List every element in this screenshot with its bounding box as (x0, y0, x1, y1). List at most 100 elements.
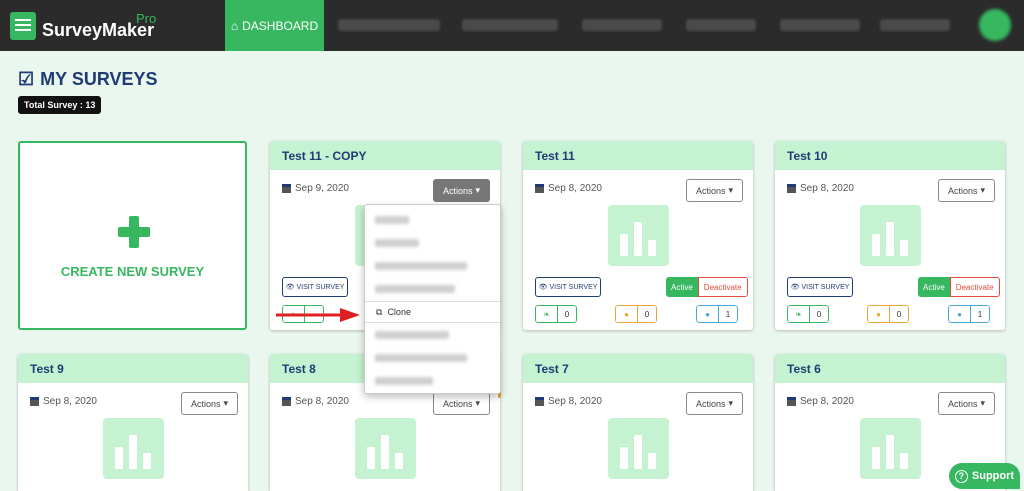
deactivate-button[interactable]: Deactivate (697, 277, 748, 297)
calendar-icon (282, 397, 291, 406)
actions-dropdown-button[interactable]: Actions ▾ (181, 392, 238, 415)
top-navbar: SurveyMaker Pro ⌂ DASHBOARD (0, 0, 1024, 51)
survey-date: Sep 8, 2020 (787, 396, 854, 407)
visit-survey-button[interactable]: 👁 VISIT SURVEY (535, 277, 601, 297)
survey-card-title[interactable]: Test 11 - COPY (270, 141, 500, 170)
actions-label: Actions (190, 398, 221, 409)
status-toggle[interactable]: Active Deactivate (666, 277, 748, 297)
user-icon: ● (867, 305, 889, 323)
caret-down-icon: ▾ (728, 398, 734, 408)
eye-icon: 👁 (285, 284, 295, 291)
menu-item-blurred[interactable] (375, 216, 409, 224)
red-arrow-annotation (276, 308, 360, 322)
nav-item-blurred[interactable] (462, 19, 558, 31)
actions-dropdown-button[interactable]: Actions ▾ (686, 179, 743, 202)
responses-stat[interactable]: ❧ 0 (787, 305, 829, 323)
survey-date-text: Sep 8, 2020 (295, 396, 349, 407)
survey-date-text: Sep 8, 2020 (548, 183, 602, 194)
caret-down-icon: ▾ (728, 185, 734, 195)
menu-item-blurred[interactable] (375, 354, 467, 362)
nav-item-blurred[interactable] (582, 19, 662, 31)
caret-down-icon: ▾ (980, 185, 986, 195)
stat-value: 1 (718, 305, 738, 323)
menu-item-blurred[interactable] (375, 285, 455, 293)
caret-down-icon: ▾ (475, 185, 481, 195)
menu-item-clone[interactable]: ⧉ Clone (365, 301, 500, 323)
user-icon: ● (615, 305, 637, 323)
question-icon: ? (954, 469, 968, 483)
survey-card: Test 10 Sep 8, 2020 Actions ▾ 👁 VISIT SU… (775, 141, 1005, 330)
nav-item-blurred[interactable] (880, 19, 950, 31)
actions-label: Actions (695, 185, 726, 196)
menu-item-blurred[interactable] (375, 239, 419, 247)
calendar-icon (787, 184, 796, 193)
survey-card-title[interactable]: Test 9 (18, 354, 248, 383)
actions-dropdown-button[interactable]: Actions ▾ (938, 392, 995, 415)
calendar-icon (282, 184, 291, 193)
participants-stat[interactable]: ● 0 (615, 305, 657, 323)
create-survey-card[interactable]: CREATE NEW SURVEY (18, 141, 247, 330)
create-survey-label: CREATE NEW SURVEY (60, 264, 205, 279)
survey-date: Sep 8, 2020 (30, 396, 97, 407)
brand-pro-label: Pro (136, 11, 157, 26)
stat-value: 1 (970, 305, 990, 323)
actions-dropdown-button[interactable]: Actions ▾ (433, 392, 490, 415)
survey-date-text: Sep 8, 2020 (800, 396, 854, 407)
participants-stat[interactable]: ● 0 (867, 305, 909, 323)
survey-card-title[interactable]: Test 7 (523, 354, 753, 383)
survey-card: Test 7 Sep 8, 2020 Actions ▾ (523, 354, 753, 491)
nav-dashboard-label: DASHBOARD (242, 18, 319, 33)
users-stat[interactable]: ● 1 (948, 305, 990, 323)
active-button[interactable]: Active (666, 277, 698, 297)
users-stat[interactable]: ● 1 (696, 305, 738, 323)
visit-survey-button[interactable]: 👁 VISIT SURVEY (787, 277, 853, 297)
caret-down-icon: ▾ (223, 398, 229, 408)
home-icon: ⌂ (230, 18, 239, 33)
deactivate-button[interactable]: Deactivate (949, 277, 1000, 297)
users-icon: ● (948, 305, 970, 323)
visit-survey-label: VISIT SURVEY (296, 283, 345, 291)
bar-chart-icon (860, 418, 921, 479)
users-icon: ● (696, 305, 718, 323)
caret-down-icon: ▾ (980, 398, 986, 408)
stat-value: 0 (557, 305, 577, 323)
menu-item-blurred[interactable] (375, 331, 449, 339)
page-title-text: MY SURVEYS (40, 69, 158, 89)
active-button[interactable]: Active (918, 277, 950, 297)
visit-survey-button[interactable]: 👁 VISIT SURVEY (282, 277, 348, 297)
nav-dashboard[interactable]: ⌂ DASHBOARD (225, 0, 324, 51)
status-toggle[interactable]: Active Deactivate (918, 277, 1000, 297)
actions-label: Actions (442, 398, 473, 409)
survey-logo-icon[interactable] (10, 12, 36, 40)
survey-date: Sep 9, 2020 (282, 183, 349, 194)
survey-date-text: Sep 9, 2020 (295, 183, 349, 194)
caret-down-icon: ▾ (475, 398, 481, 408)
menu-item-blurred[interactable] (375, 262, 467, 270)
actions-dropdown-button[interactable]: Actions ▾ (686, 392, 743, 415)
survey-date-text: Sep 8, 2020 (43, 396, 97, 407)
menu-item-blurred[interactable] (375, 377, 433, 385)
nav-item-blurred[interactable] (780, 19, 860, 31)
survey-date: Sep 8, 2020 (282, 396, 349, 407)
actions-label: Actions (442, 185, 473, 196)
survey-card-title[interactable]: Test 11 (523, 141, 753, 170)
actions-dropdown-button[interactable]: Actions ▾ (433, 179, 490, 202)
calendar-icon (787, 397, 796, 406)
eye-icon: 👁 (790, 284, 800, 291)
survey-card-title[interactable]: Test 6 (775, 354, 1005, 383)
support-button[interactable]: ? Support (949, 463, 1020, 489)
actions-dropdown-button[interactable]: Actions ▾ (938, 179, 995, 202)
nav-item-blurred[interactable] (686, 19, 756, 31)
survey-date: Sep 8, 2020 (787, 183, 854, 194)
survey-card-title[interactable]: Test 10 (775, 141, 1005, 170)
menu-item-clone-label: Clone (387, 307, 411, 317)
stat-value: 0 (809, 305, 829, 323)
eye-icon: 👁 (538, 284, 548, 291)
user-avatar[interactable] (979, 9, 1011, 41)
actions-label: Actions (947, 398, 978, 409)
bar-chart-icon (608, 418, 669, 479)
nav-item-blurred[interactable] (338, 19, 440, 31)
survey-card: Test 11 Sep 8, 2020 Actions ▾ 👁 VISIT SU… (523, 141, 753, 330)
responses-stat[interactable]: ❧ 0 (535, 305, 577, 323)
plus-icon (118, 216, 150, 248)
